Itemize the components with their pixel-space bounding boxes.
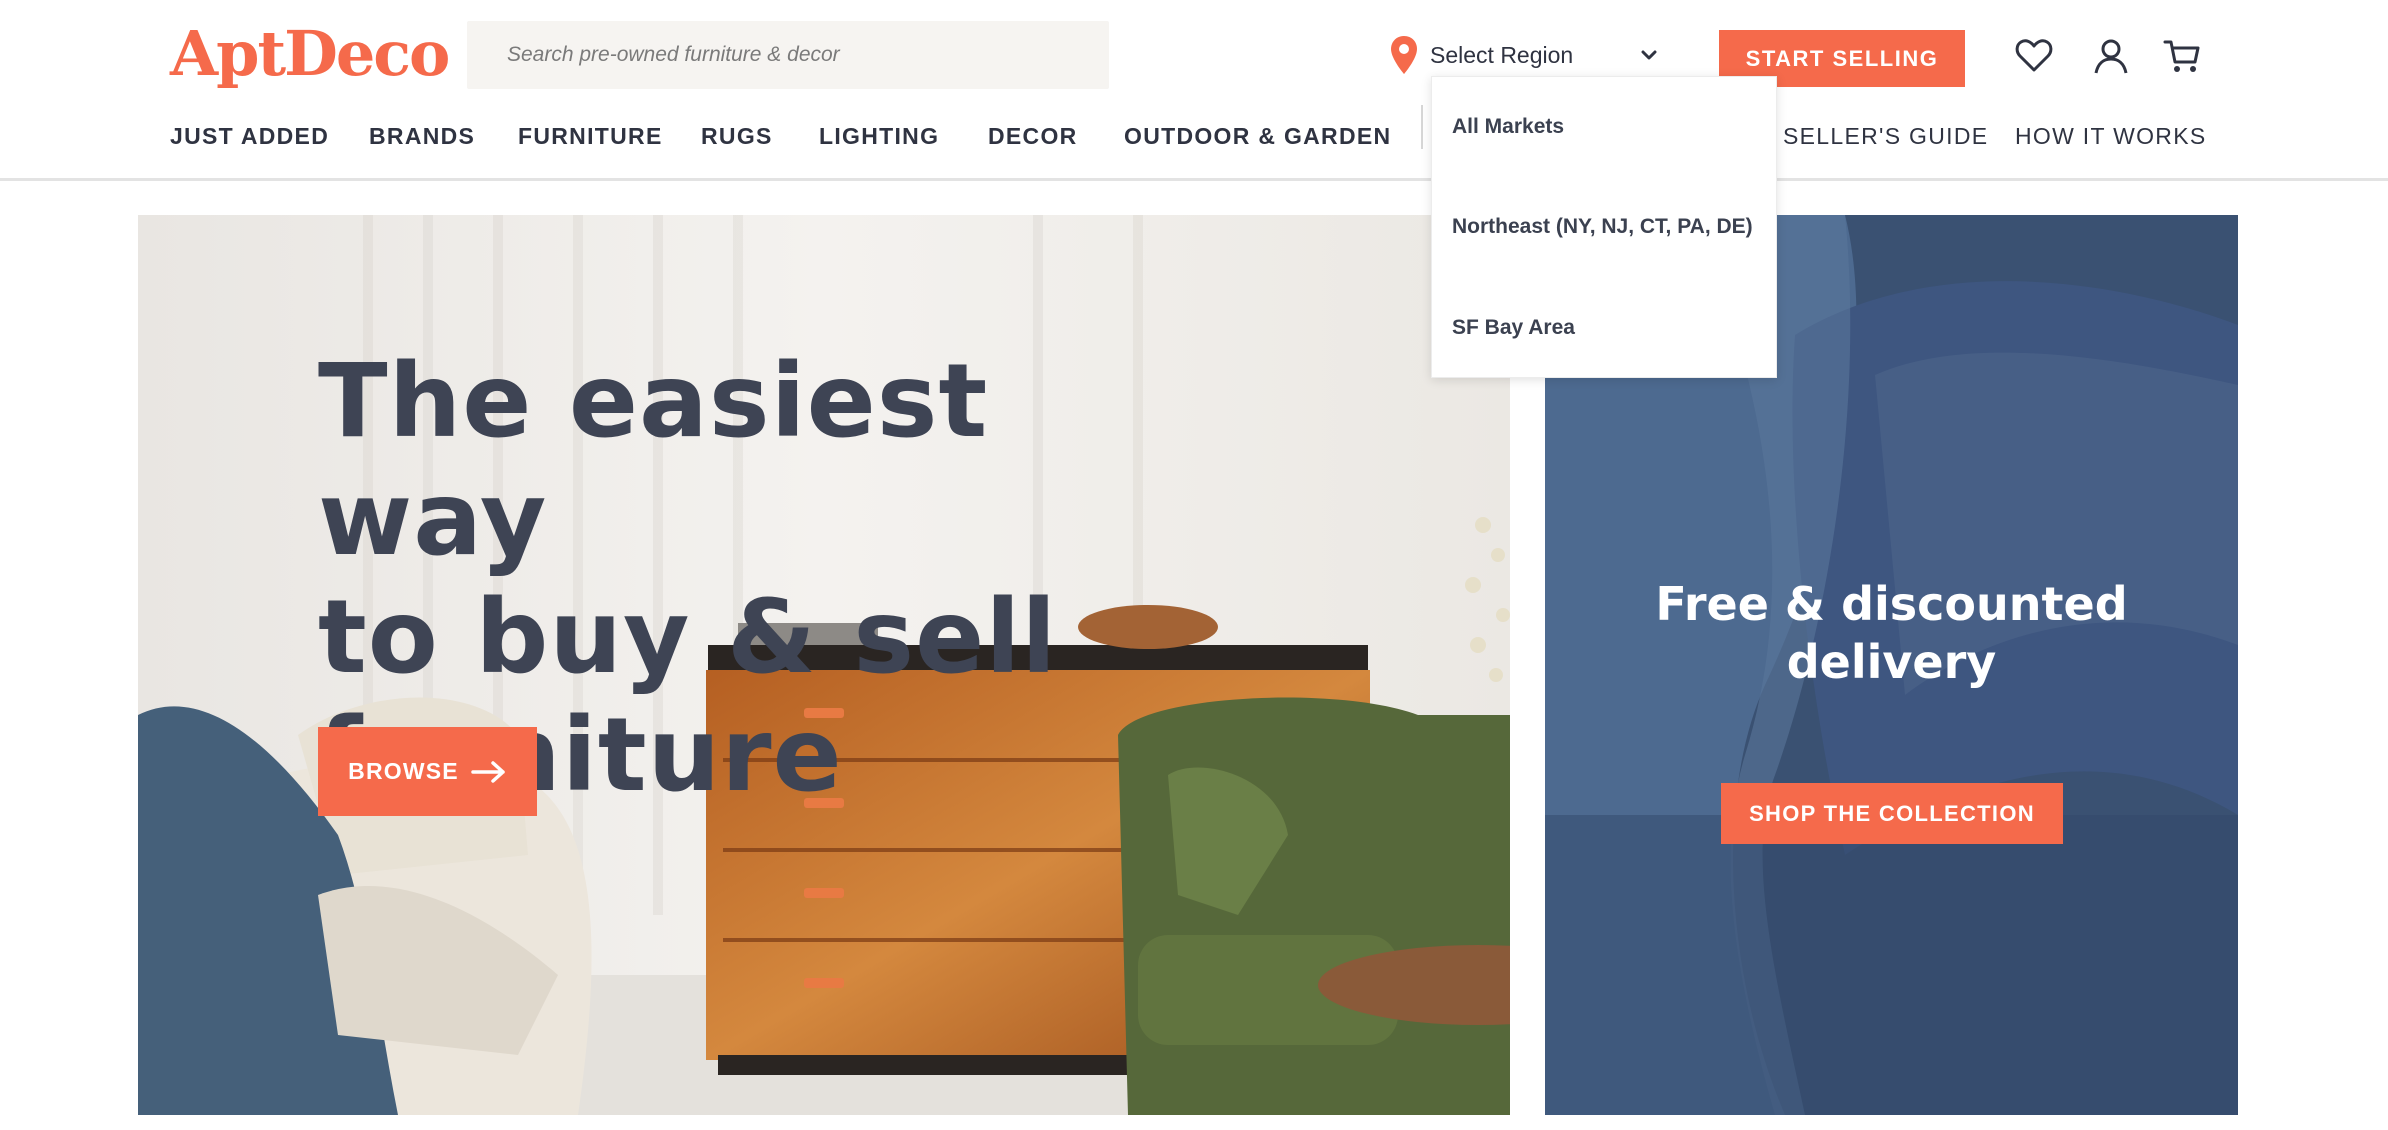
- cart-button[interactable]: [2160, 34, 2204, 78]
- browse-label: BROWSE: [348, 758, 459, 784]
- site-header: AptDeco Select Region START SELLING: [0, 0, 2388, 181]
- main-nav: JUST ADDED BRANDS FURNITURE RUGS LIGHTIN…: [0, 116, 2388, 156]
- nav-furniture[interactable]: FURNITURE: [518, 116, 663, 156]
- hero-title-line-2: to buy & sell: [318, 578, 1058, 697]
- region-option-all-markets[interactable]: All Markets: [1452, 115, 1564, 139]
- promo-title-line-2: delivery: [1786, 635, 1997, 689]
- map-pin-icon: [1391, 36, 1417, 74]
- nav-sellers-guide[interactable]: SELLER'S GUIDE: [1783, 116, 1988, 156]
- region-selector[interactable]: Select Region: [1390, 30, 1672, 80]
- shop-collection-button[interactable]: SHOP THE COLLECTION: [1721, 783, 2063, 844]
- hero-title-line-1: The easiest way: [318, 342, 989, 579]
- region-dropdown: All Markets Northeast (NY, NJ, CT, PA, D…: [1431, 76, 1777, 378]
- nav-brands[interactable]: BRANDS: [369, 116, 475, 156]
- account-button[interactable]: [2089, 34, 2133, 78]
- nav-divider: [1421, 105, 1423, 149]
- region-label: Select Region: [1430, 41, 1574, 68]
- logo[interactable]: AptDeco: [170, 14, 450, 94]
- nav-outdoor-garden[interactable]: OUTDOOR & GARDEN: [1124, 116, 1391, 156]
- browse-button[interactable]: BROWSE: [318, 727, 537, 816]
- nav-lighting[interactable]: LIGHTING: [819, 116, 939, 156]
- hero-banner: The easiest way to buy & sell furniture …: [138, 215, 1510, 1115]
- nav-rugs[interactable]: RUGS: [701, 116, 773, 156]
- heart-icon: [2015, 39, 2053, 72]
- cart-icon: [2163, 40, 2200, 72]
- search-input[interactable]: [507, 43, 1109, 67]
- chevron-down-icon: [1641, 50, 1657, 60]
- user-icon: [2094, 39, 2128, 74]
- region-option-northeast[interactable]: Northeast (NY, NJ, CT, PA, DE): [1452, 215, 1753, 239]
- region-option-sf-bay-area[interactable]: SF Bay Area: [1452, 316, 1575, 340]
- nav-just-added[interactable]: JUST ADDED: [170, 116, 329, 156]
- arrow-right-icon: [471, 760, 505, 783]
- nav-decor[interactable]: DECOR: [988, 116, 1078, 156]
- promo-title-line-1: Free & discounted: [1655, 577, 2128, 631]
- search-bar[interactable]: [467, 21, 1109, 89]
- promo-title: Free & discounted delivery: [1545, 575, 2238, 691]
- wishlist-button[interactable]: [2012, 34, 2056, 78]
- nav-how-it-works[interactable]: HOW IT WORKS: [2015, 116, 2207, 156]
